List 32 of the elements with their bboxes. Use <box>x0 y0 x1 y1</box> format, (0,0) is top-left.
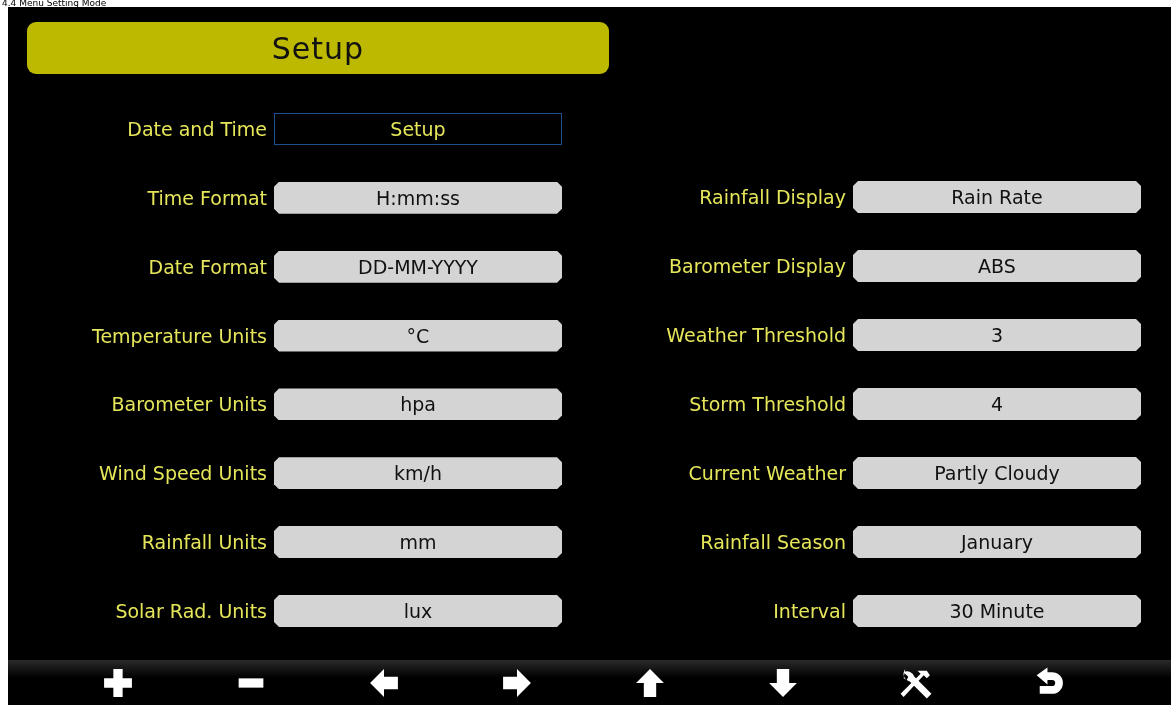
setting-field[interactable]: 30 Minute <box>853 595 1141 627</box>
setting-field[interactable]: mm <box>274 526 562 559</box>
setting-field[interactable]: ABS <box>853 250 1141 282</box>
screen-title: Setup <box>27 22 609 74</box>
setting-field[interactable]: km/h <box>274 457 562 490</box>
setting-label: Date and Time <box>126 118 267 140</box>
setting-field[interactable]: H:mm:ss <box>274 181 562 214</box>
setting-field[interactable]: 3 <box>853 319 1141 351</box>
setting-label: Weather Threshold <box>665 324 846 346</box>
setting-label: Barometer Display <box>668 255 846 277</box>
setting-label: Interval <box>772 600 846 622</box>
setting-field[interactable]: DD-MM-YYYY <box>274 250 562 283</box>
setting-label: Time Format <box>146 186 267 209</box>
setting-label: Rainfall Units <box>140 531 267 554</box>
setting-label: Current Weather <box>687 462 846 484</box>
setting-label: Barometer Units <box>110 393 267 416</box>
setting-label: Solar Rad. Units <box>114 599 267 622</box>
setting-label: Wind Speed Units <box>98 462 267 485</box>
setting-label: Rainfall Display <box>698 186 846 208</box>
setting-label: Date Format <box>147 255 267 278</box>
setting-field[interactable]: °C <box>274 319 562 352</box>
caption-text: 4.4 Menu Setting Mode <box>1 0 108 7</box>
setting-label: Rainfall Season <box>699 531 846 553</box>
setting-label: Storm Threshold <box>688 393 846 415</box>
setting-field[interactable]: Partly Cloudy <box>853 457 1141 489</box>
setting-field[interactable]: Rain Rate <box>853 181 1141 213</box>
setting-label: Temperature Units <box>91 324 267 347</box>
setting-field[interactable]: hpa <box>274 388 562 421</box>
setting-field[interactable]: Setup <box>274 113 562 145</box>
setting-field[interactable]: 4 <box>853 388 1141 420</box>
setting-field[interactable]: January <box>853 526 1141 558</box>
setting-field[interactable]: lux <box>274 594 562 627</box>
